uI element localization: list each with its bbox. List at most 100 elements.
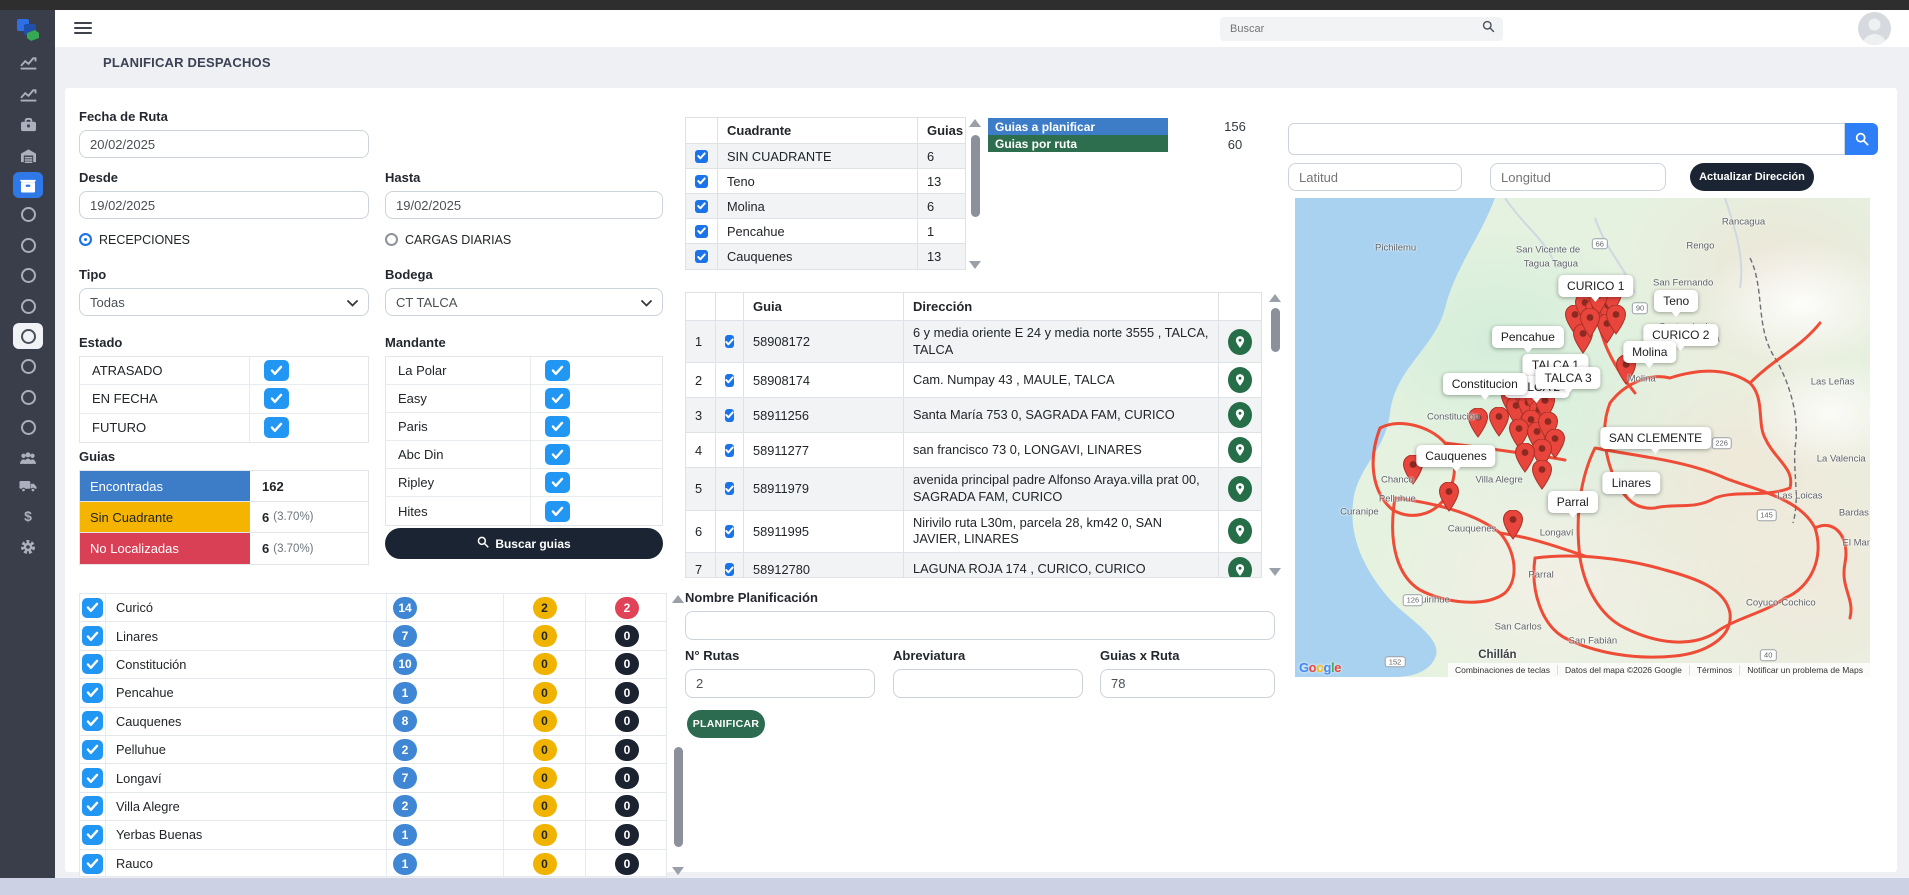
map-attribution-item[interactable]: Datos del mapa ©2026 Google [1557, 665, 1689, 675]
sidebar-item-users[interactable] [13, 445, 43, 471]
map-marker[interactable] [1580, 308, 1600, 338]
row-checkbox[interactable] [695, 150, 708, 163]
sidebar-item-circle[interactable] [13, 232, 43, 258]
sidebar-item-toolbox[interactable] [13, 111, 43, 137]
map-address-search-input[interactable] [1288, 123, 1845, 155]
sidebar-item-truck[interactable] [13, 473, 43, 499]
row-checkbox[interactable] [82, 598, 103, 618]
checkbox-checked[interactable] [545, 472, 570, 493]
row-checkbox[interactable] [82, 654, 103, 674]
row-checkbox[interactable] [82, 683, 103, 703]
cuadrante-scrollbar[interactable] [968, 119, 982, 269]
map-attribution-item[interactable]: Combinaciones de teclas [1448, 665, 1557, 675]
hamburger-menu-button[interactable] [74, 19, 92, 35]
checkbox-checked[interactable] [264, 388, 289, 409]
locate-button[interactable] [1228, 329, 1252, 355]
fecha-ruta-input[interactable] [79, 130, 369, 158]
row-checkbox[interactable] [82, 626, 103, 646]
locate-button[interactable] [1228, 476, 1252, 502]
scrollbar-thumb[interactable] [1271, 308, 1280, 352]
locate-button[interactable] [1228, 437, 1252, 463]
map-marker[interactable] [1503, 510, 1523, 540]
row-checkbox[interactable] [725, 525, 734, 538]
sidebar-item-dispatch-box[interactable] [13, 172, 43, 198]
nombre-planificacion-input[interactable] [685, 611, 1275, 640]
sidebar-item-line-chart-2[interactable] [13, 81, 43, 107]
user-avatar[interactable] [1858, 12, 1891, 45]
checkbox-checked[interactable] [545, 416, 570, 437]
scrollbar-thumb[interactable] [971, 135, 980, 217]
locate-button[interactable] [1228, 367, 1252, 393]
map-marker[interactable] [1606, 305, 1626, 335]
scroll-up-arrow[interactable] [969, 119, 981, 127]
locate-button[interactable] [1228, 402, 1252, 428]
row-checkbox[interactable] [82, 768, 103, 788]
row-checkbox[interactable] [725, 409, 734, 422]
scroll-up-arrow[interactable] [1269, 294, 1281, 302]
row-checkbox[interactable] [82, 711, 103, 731]
row-checkbox[interactable] [82, 796, 103, 816]
n-rutas-input[interactable] [685, 669, 875, 698]
google-logo[interactable]: Google [1299, 660, 1341, 675]
checkbox-checked[interactable] [545, 444, 570, 465]
latitud-input[interactable] [1288, 163, 1462, 191]
row-checkbox[interactable] [695, 175, 708, 188]
hasta-input[interactable] [385, 191, 663, 219]
map-marker[interactable] [1532, 460, 1552, 490]
sidebar-item-dollar[interactable]: $ [13, 503, 43, 529]
global-search-input[interactable] [1228, 22, 1482, 36]
checkbox-checked[interactable] [545, 360, 570, 381]
comuna-scrollbar[interactable] [671, 595, 685, 875]
map-attribution-item[interactable]: Notificar un problema de Maps [1739, 665, 1870, 675]
app-logo[interactable] [14, 16, 42, 44]
abreviatura-input[interactable] [893, 669, 1083, 698]
buscar-guias-button[interactable]: Buscar guias [385, 528, 663, 559]
row-checkbox[interactable] [725, 335, 734, 348]
sidebar-item-circle[interactable] [13, 353, 43, 379]
checkbox-checked[interactable] [264, 417, 289, 438]
sidebar-item-circle[interactable] [13, 262, 43, 288]
longitud-input[interactable] [1490, 163, 1666, 191]
map-marker[interactable] [1439, 482, 1459, 512]
map-search-button[interactable] [1845, 123, 1878, 155]
map-attribution-item[interactable]: Términos [1689, 665, 1739, 675]
locate-button[interactable] [1228, 518, 1252, 544]
planificar-button[interactable]: PLANIFICAR [687, 710, 765, 738]
cargas-diarias-radio[interactable]: CARGAS DIARIAS [385, 231, 511, 249]
sidebar-item-circle[interactable] [13, 384, 43, 410]
actualizar-direccion-button[interactable]: Actualizar Dirección [1690, 163, 1814, 191]
search-icon[interactable] [1482, 20, 1495, 38]
checkbox-checked[interactable] [545, 501, 570, 522]
row-checkbox[interactable] [695, 225, 708, 238]
row-checkbox[interactable] [725, 374, 734, 387]
sidebar-item-circle[interactable] [13, 293, 43, 319]
checkbox-checked[interactable] [264, 360, 289, 381]
scroll-down-arrow[interactable] [1269, 568, 1281, 576]
row-checkbox[interactable] [725, 563, 734, 576]
desde-input[interactable] [79, 191, 369, 219]
row-checkbox[interactable] [725, 444, 734, 457]
sidebar-item-warehouse[interactable] [13, 142, 43, 168]
sidebar-item-circle-active[interactable] [13, 323, 43, 349]
recepciones-radio[interactable]: RECEPCIONES [79, 231, 190, 249]
scroll-up-arrow[interactable] [672, 595, 684, 603]
row-checkbox[interactable] [82, 740, 103, 760]
sidebar-item-circle[interactable] [13, 201, 43, 227]
tipo-select[interactable]: Todas [79, 288, 369, 316]
sidebar-item-circle[interactable] [13, 414, 43, 440]
sidebar-item-line-chart[interactable] [13, 49, 43, 75]
checkbox-checked[interactable] [545, 388, 570, 409]
scroll-down-arrow[interactable] [672, 867, 684, 875]
guias-scrollbar[interactable] [1268, 294, 1282, 576]
guias-x-ruta-input[interactable] [1100, 669, 1275, 698]
row-checkbox[interactable] [82, 825, 103, 845]
scrollbar-thumb[interactable] [674, 747, 683, 847]
scroll-down-arrow[interactable] [969, 261, 981, 269]
row-checkbox[interactable] [82, 854, 103, 874]
row-checkbox[interactable] [695, 200, 708, 213]
row-checkbox[interactable] [725, 482, 734, 495]
map[interactable]: RancaguaPichilemuSan Vicente deTagua Tag… [1295, 198, 1870, 677]
row-checkbox[interactable] [695, 250, 708, 263]
bodega-select[interactable]: CT TALCA [385, 288, 663, 316]
sidebar-item-gear[interactable] [13, 534, 43, 560]
